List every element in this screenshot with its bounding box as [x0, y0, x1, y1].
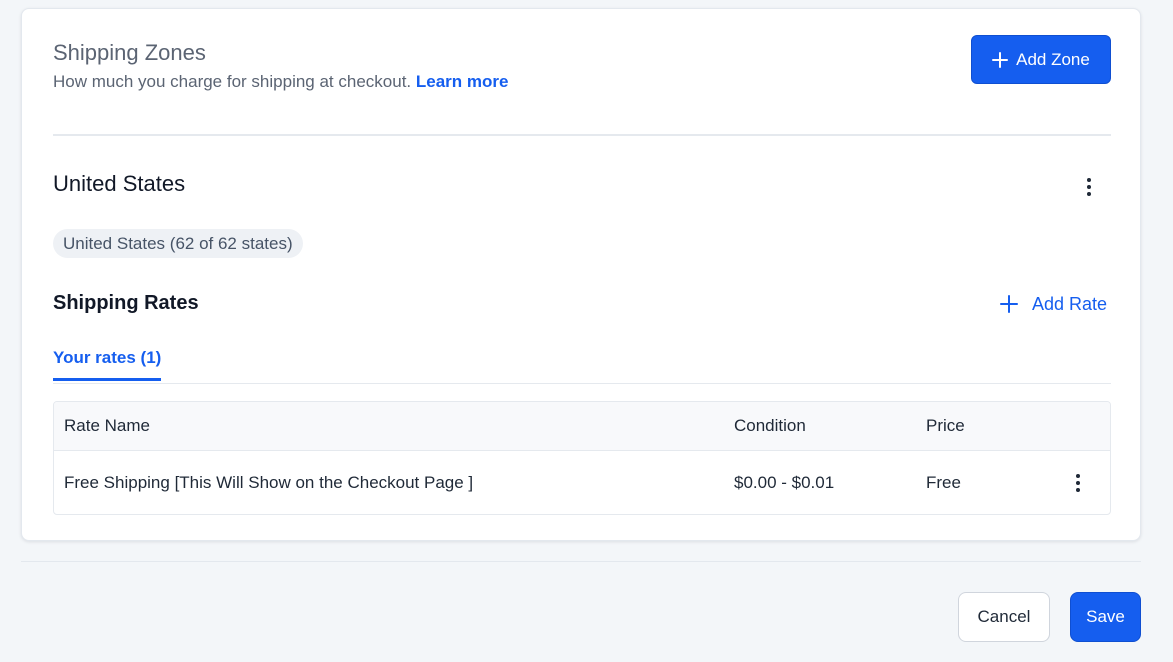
add-rate-label: Add Rate [1032, 293, 1108, 314]
footer-divider [21, 561, 1141, 562]
tab-your-rates[interactable]: Your rates (1) [53, 348, 162, 381]
rate-name-cell: Free Shipping [This Will Show on the Che… [64, 473, 474, 492]
add-rate-button[interactable]: Add Rate [1000, 292, 1107, 316]
plus-icon [992, 51, 1009, 68]
learn-more-link[interactable]: Learn more [416, 72, 509, 91]
rate-condition-cell: $0.00 - $0.01 [734, 473, 835, 492]
plus-icon [1000, 295, 1018, 313]
page-subtitle: How much you charge for shipping at chec… [53, 72, 508, 92]
add-zone-label: Add Zone [1016, 49, 1090, 69]
zone-name: United States [53, 171, 186, 196]
add-zone-button[interactable]: Add Zone [971, 35, 1111, 84]
cancel-button[interactable]: Cancel [958, 592, 1050, 642]
rate-more-options-icon[interactable] [1066, 471, 1090, 495]
subtitle-text: How much you charge for shipping at chec… [53, 72, 412, 91]
page-title: Shipping Zones [53, 40, 206, 65]
rates-table: Rate Name Condition Price Free Shipping … [53, 401, 1111, 515]
zone-more-options-icon[interactable] [1077, 175, 1101, 199]
save-button[interactable]: Save [1070, 592, 1141, 642]
shipping-rates-title: Shipping Rates [53, 292, 199, 314]
rate-price-cell: Free [926, 473, 961, 492]
column-header-condition: Condition [734, 416, 806, 435]
zone-region-chip: United States (62 of 62 states) [53, 229, 303, 258]
column-header-price: Price [926, 416, 965, 435]
shipping-zones-card: Shipping Zones How much you charge for s… [21, 8, 1141, 541]
section-divider [53, 134, 1111, 136]
tabs-divider [53, 383, 1111, 384]
column-header-rate-name: Rate Name [64, 416, 150, 435]
table-header: Rate Name Condition Price [54, 402, 1110, 451]
table-row: Free Shipping [This Will Show on the Che… [54, 451, 1110, 514]
